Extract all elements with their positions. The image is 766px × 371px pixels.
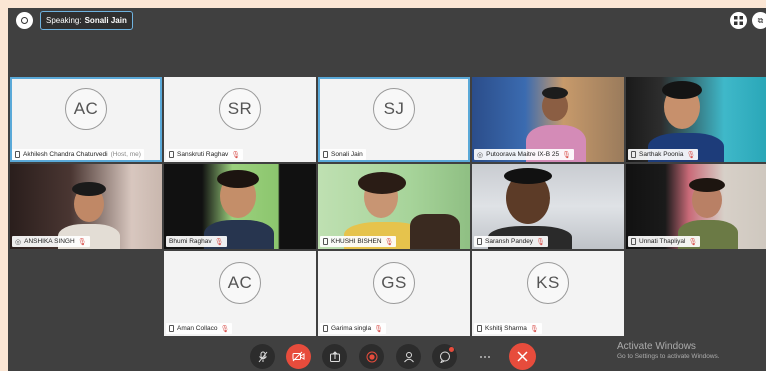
participant-label: Sarthak Poonia 🎙 [628,149,699,160]
record-button[interactable] [359,344,384,369]
participant-tile-13[interactable]: KS Kshitij Sharma 🎙 [472,251,624,336]
device-icon [631,238,636,245]
chat-icon [439,351,450,363]
participant-label: Garima singla 🎙 [320,323,386,334]
meeting-window: Speaking: Sonali Jain ⧉ AC Akhilesh Chan… [8,8,766,371]
avatar: SR [219,88,261,131]
mic-off-icon: 🎙 [214,238,224,246]
mic-icon: ◎ [477,151,484,159]
participant-name: Sarthak Poonia [639,151,684,158]
participant-name: Sanskruti Raghav [177,151,229,158]
mic-off-icon: 🎙 [536,238,545,246]
participant-label: Saransh Pandey 🎙 [474,236,548,247]
share-button[interactable] [322,344,347,369]
participant-name: Putoorava Maitre IX-B 25 [486,151,560,158]
popout-button[interactable]: ⧉ [752,12,766,29]
speaking-indicator: Speaking: Sonali Jain [40,11,133,30]
participant-tile-10[interactable]: Unnati Thapliyal 🎙 [626,164,766,249]
avatar: GS [373,262,415,305]
participant-tile-6[interactable]: ◎ ANSHIKA SINGH 🎙 [10,164,162,249]
participant-label: ◎ ANSHIKA SINGH 🎙 [12,236,90,247]
participant-tile-7[interactable]: Bhumi Raghav 🎙 [164,164,316,249]
participant-name: Unnati Thapliyal [639,238,686,245]
share-icon [329,350,340,362]
layout-button[interactable] [730,12,747,29]
device-icon [15,151,20,158]
windows-activation-watermark: Activate Windows Go to Settings to activ… [617,341,720,360]
participant-name: KHUSHI BISHEN [331,238,382,245]
mic-off-icon: 🎙 [77,238,87,246]
mic-off-icon: 🎙 [384,238,394,246]
participant-name: Aman Collaco [177,325,218,332]
participant-tile-2[interactable]: SR Sanskruti Raghav 🎙 [164,77,316,162]
video-off-icon [292,351,305,362]
participant-name: Garima singla [331,325,372,332]
host-badge: (Host, me) [110,151,141,158]
participant-tile-1[interactable]: AC Akhilesh Chandra Chaturvedi (Host, me… [10,77,162,162]
record-icon [366,351,377,362]
info-icon [21,17,28,24]
participant-label: Bhumi Raghav 🎙 [166,236,227,247]
watermark-subtitle: Go to Settings to activate Windows. [617,353,720,360]
device-icon [323,325,328,332]
more-options-button[interactable] [472,344,497,369]
mic-off-icon: 🎙 [529,325,539,333]
chat-button[interactable] [432,344,457,369]
avatar: SJ [373,88,415,131]
more-icon [479,355,490,358]
device-icon [169,151,174,158]
participant-label: ◎ Putoorava Maitre IX-B 25 🎙 [474,149,574,160]
participant-label: KHUSHI BISHEN 🎙 [320,236,397,247]
participant-tile-3[interactable]: SJ Sonali Jain [318,77,470,162]
leave-meeting-button[interactable] [509,343,536,370]
participant-name: ANSHIKA SINGH [24,238,75,245]
participant-label: Sonali Jain [320,149,366,160]
device-icon [477,238,482,245]
grid-icon [734,16,743,25]
close-icon [517,351,528,362]
participant-label: Unnati Thapliyal 🎙 [628,236,701,247]
video-toggle-button[interactable] [286,344,311,369]
device-icon [323,151,328,158]
device-icon [477,325,482,332]
avatar: AC [219,262,261,305]
participant-name: Bhumi Raghav [169,238,212,245]
mic-off-icon: 🎙 [562,151,571,159]
participant-tile-4[interactable]: ◎ Putoorava Maitre IX-B 25 🎙 [472,77,624,162]
chat-notification-badge [449,347,454,352]
avatar: KS [527,262,569,305]
participant-tile-9[interactable]: Saransh Pandey 🎙 [472,164,624,249]
mic-off-icon: 🎙 [686,151,696,159]
mic-off-icon [258,351,267,362]
participants-button[interactable] [396,344,421,369]
participants-icon [403,351,414,362]
participant-tile-12[interactable]: GS Garima singla 🎙 [318,251,470,336]
participant-tile-5[interactable]: Sarthak Poonia 🎙 [626,77,766,162]
device-icon [631,151,636,158]
meeting-info-button[interactable] [16,12,33,29]
participant-name: Sonali Jain [331,151,363,158]
device-icon [323,238,328,245]
watermark-title: Activate Windows [617,341,696,352]
speaking-name: Sonali Jain [84,16,127,25]
participant-label: Kshitij Sharma 🎙 [474,323,542,334]
device-icon [169,325,174,332]
participant-name: Akhilesh Chandra Chaturvedi [23,151,108,158]
participant-name: Kshitij Sharma [485,325,527,332]
mic-off-icon: 🎙 [374,325,383,333]
mic-off-icon: 🎙 [231,151,241,159]
avatar: AC [65,88,107,131]
mic-icon: ◎ [15,238,22,246]
participant-label: Akhilesh Chandra Chaturvedi (Host, me) [12,149,144,160]
mic-off-icon: 🎙 [220,325,230,333]
participant-name: Saransh Pandey [485,238,534,245]
participant-tile-11[interactable]: AC Aman Collaco 🎙 [164,251,316,336]
participant-label: Sanskruti Raghav 🎙 [166,149,244,160]
participant-tile-8[interactable]: KHUSHI BISHEN 🎙 [318,164,470,249]
link-icon: ⧉ [757,15,764,25]
mute-button[interactable] [250,344,275,369]
participant-label: Aman Collaco 🎙 [166,323,233,334]
mic-off-icon: 🎙 [688,238,698,246]
speaking-prefix: Speaking: [46,16,82,25]
